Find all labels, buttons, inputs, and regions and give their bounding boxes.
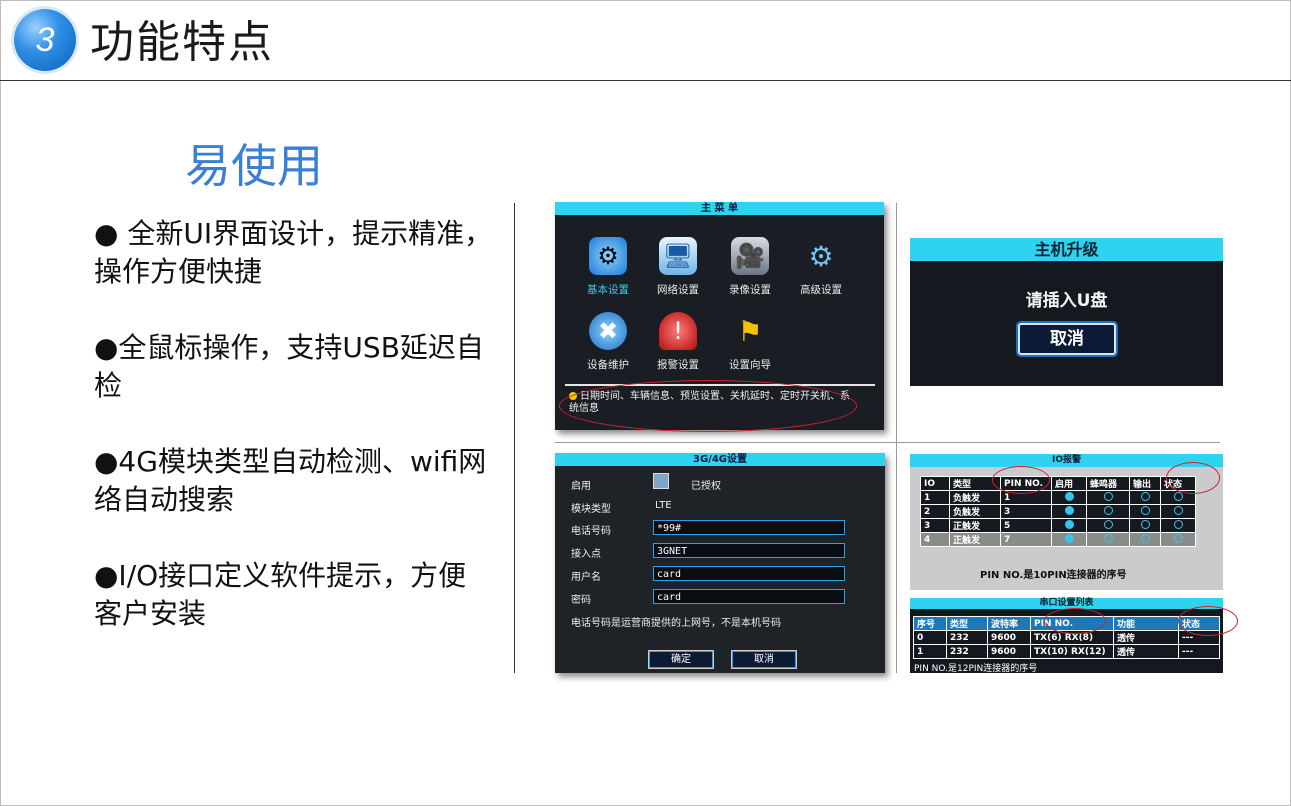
cancel-button[interactable]: 取消 (731, 650, 797, 669)
enable-checkbox[interactable] (653, 473, 669, 489)
column-header: 输出 (1129, 476, 1161, 491)
cancel-button[interactable]: 取消 (1016, 321, 1118, 357)
upgrade-message: 请插入U盘 (1025, 291, 1108, 311)
enabled-indicator[interactable] (1064, 505, 1074, 515)
feature-list: ● 全新UI界面设计，提示精准，操作方便快捷 ●全鼠标操作，支持USB延迟自检 … (94, 215, 494, 671)
authorized-text: 已授权 (691, 481, 721, 492)
module-type-value: LTE (655, 500, 672, 511)
menu-item-record-settings[interactable]: 🎥 录像设置 (715, 237, 785, 297)
column-divider (514, 203, 515, 673)
enabled-indicator[interactable] (1064, 533, 1074, 543)
highlight-oval (1044, 608, 1106, 634)
apn-field[interactable]: 3GNET (653, 543, 845, 558)
upgrade-title: 主机升级 (910, 238, 1223, 261)
apn-label: 接入点 (571, 549, 601, 560)
status-indicator (1173, 519, 1183, 529)
table-row[interactable]: 4 正触发 7 (920, 532, 1196, 547)
serial-port-list-screenshot: 串口设置列表 序号 类型 波特率 PIN NO. 功能 状态 0 232 9600 … (910, 598, 1238, 674)
output-indicator[interactable] (1140, 491, 1150, 501)
tools-icon: ✖ (589, 312, 627, 350)
highlight-oval (1166, 462, 1220, 494)
page-title: 功能特点 (90, 17, 274, 68)
module-type-label: 模块类型 (571, 504, 611, 515)
password-field[interactable]: card (653, 589, 845, 604)
net-settings-title: 3G/4G设置 (555, 453, 885, 466)
column-header: IO (920, 476, 950, 491)
column-header: 类型 (946, 616, 988, 631)
camera-icon: 🎥 (731, 237, 769, 275)
buzzer-indicator[interactable] (1103, 491, 1113, 501)
io-alarm-table: IO 类型 PIN NO. 启用 蜂鸣器 输出 状态 1 负触发 1 2 负触发 3 3… (920, 476, 1196, 547)
highlight-oval (1178, 606, 1238, 636)
output-indicator[interactable] (1140, 505, 1150, 515)
feature-item: ●I/O接口定义软件提示，方便客户安装 (94, 559, 467, 630)
column-header: 波特率 (987, 616, 1031, 631)
column-header: 启用 (1051, 476, 1087, 491)
menu-item-network-settings[interactable]: 🖥 网络设置 (643, 237, 713, 297)
screenshot-divider-horizontal (555, 442, 1220, 443)
feature-item: ●全鼠标操作，支持USB延迟自检 (94, 331, 484, 402)
status-indicator (1173, 533, 1183, 543)
highlight-oval (559, 380, 857, 432)
enabled-indicator[interactable] (1064, 519, 1074, 529)
mobile-network-settings-screenshot: 3G/4G设置 启用 已授权 模块类型 LTE 电话号码 *99# 接入点 3G… (555, 453, 885, 673)
menu-item-basic-settings[interactable]: ⚙ 基本设置 (573, 237, 643, 297)
column-header: 序号 (913, 616, 947, 631)
main-menu-screenshot: 主 菜 单 ⚙ 基本设置 🖥 网络设置 🎥 录像设置 ⚙ 高级设置 ✖ 设备维护… (555, 202, 884, 432)
column-header: 蜂鸣器 (1086, 476, 1130, 491)
table-row[interactable]: 3 正触发 5 (920, 518, 1196, 533)
io-alarm-screenshot: IO报警 IO 类型 PIN NO. 启用 蜂鸣器 输出 状态 1 负触发 1 2负… (910, 454, 1223, 590)
phone-field[interactable]: *99# (653, 520, 845, 535)
enabled-indicator[interactable] (1064, 491, 1074, 501)
table-row[interactable]: 1 负触发 1 (920, 490, 1196, 505)
menu-item-alarm-settings[interactable]: ! 报警设置 (643, 312, 713, 372)
ok-button[interactable]: 确定 (648, 650, 714, 669)
password-label: 密码 (571, 595, 591, 606)
upgrade-dialog-screenshot: 主机升级 请插入U盘 取消 (910, 238, 1223, 386)
buzzer-indicator[interactable] (1103, 533, 1113, 543)
section-subtitle: 易使用 (185, 139, 323, 193)
enable-label: 启用 (571, 481, 591, 492)
status-indicator (1173, 505, 1183, 515)
serial-pin-note: PIN NO.是12PIN连接器的序号 (914, 664, 1038, 674)
status-indicator (1173, 491, 1183, 501)
feature-item: ● 全新UI界面设计，提示精准，操作方便快捷 (94, 217, 493, 288)
feature-item: ●4G模块类型自动检测、wifi网络自动搜索 (94, 445, 487, 516)
buzzer-indicator[interactable] (1103, 505, 1113, 515)
table-row[interactable]: 1 232 9600 TX(10) RX(12) 透传 --- (913, 644, 1220, 659)
table-header-row: IO 类型 PIN NO. 启用 蜂鸣器 输出 状态 (920, 476, 1196, 491)
menu-item-advanced-settings[interactable]: ⚙ 高级设置 (786, 237, 856, 297)
wizard-icon: ⚑ (737, 314, 763, 348)
username-label: 用户名 (571, 572, 601, 583)
buzzer-indicator[interactable] (1103, 519, 1113, 529)
menu-item-device-maintenance[interactable]: ✖ 设备维护 (573, 312, 643, 372)
phone-label: 电话号码 (571, 526, 611, 537)
main-menu-title: 主 菜 单 (555, 202, 884, 215)
highlight-oval (992, 466, 1050, 494)
username-field[interactable]: card (653, 566, 845, 581)
network-icon: 🖥 (659, 237, 697, 275)
header-divider (0, 80, 1291, 81)
serial-title: 串口设置列表 (910, 598, 1223, 609)
column-header: 功能 (1113, 616, 1179, 631)
gears-icon: ⚙ (808, 239, 834, 273)
output-indicator[interactable] (1140, 533, 1150, 543)
section-number-badge: 3 (14, 9, 76, 71)
screenshot-divider-vertical (896, 203, 897, 673)
table-row[interactable]: 2 负触发 3 (920, 504, 1196, 519)
output-indicator[interactable] (1140, 519, 1150, 529)
gear-icon: ⚙ (589, 237, 627, 275)
phone-note: 电话号码是运营商提供的上网号，不是本机号码 (571, 618, 781, 629)
menu-item-setup-wizard[interactable]: ⚑ 设置向导 (715, 312, 785, 372)
alarm-icon: ! (659, 312, 697, 350)
io-pin-note: PIN NO.是10PIN连接器的序号 (980, 570, 1127, 581)
